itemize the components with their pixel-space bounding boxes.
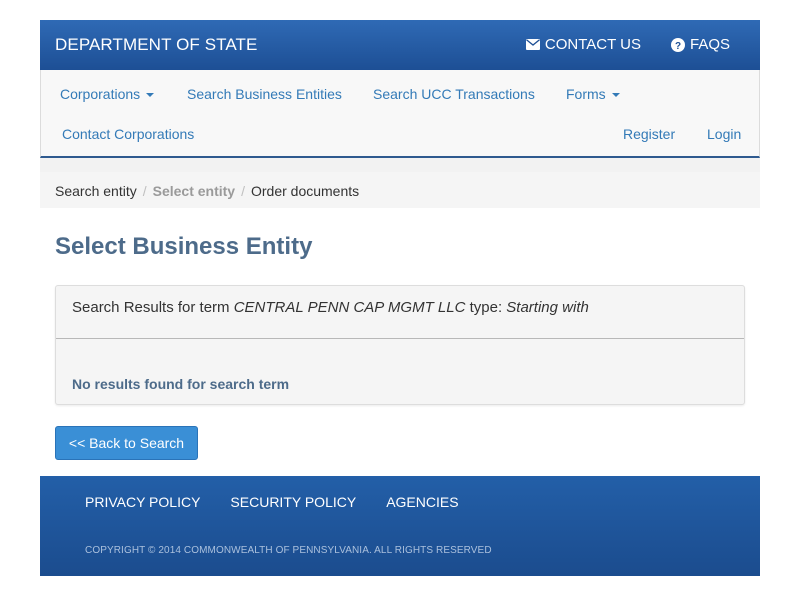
footer-links: PRIVACY POLICY SECURITY POLICY AGENCIES: [85, 494, 459, 510]
search-type-value: Starting with: [506, 299, 589, 316]
header-links: CONTACT US ? FAQS: [525, 36, 730, 53]
breadcrumb-separator: /: [142, 183, 147, 199]
question-circle-icon: ?: [670, 37, 685, 52]
copyright-text: COPYRIGHT © 2014 COMMONWEALTH OF PENNSYL…: [85, 545, 492, 556]
footer-security-policy[interactable]: SECURITY POLICY: [230, 494, 356, 510]
breadcrumb-search-entity[interactable]: Search entity: [55, 183, 137, 199]
nav-register[interactable]: Register: [623, 126, 675, 142]
footer-privacy-policy[interactable]: PRIVACY POLICY: [85, 494, 200, 510]
no-results-message: No results found for search term: [72, 376, 290, 392]
faqs-label: FAQS: [689, 36, 730, 53]
nav-search-business-entities[interactable]: Search Business Entities: [187, 86, 342, 102]
nav-contact-corporations[interactable]: Contact Corporations: [62, 126, 194, 142]
results-heading: Search Results for term CENTRAL PENN CAP…: [56, 286, 744, 339]
page-title: Select Business Entity: [55, 233, 313, 260]
nav-forms-dropdown[interactable]: Forms: [566, 86, 620, 102]
breadcrumb-select-entity: Select entity: [152, 183, 236, 199]
envelope-icon: [525, 39, 540, 50]
main-nav: Corporations Search Business Entities Se…: [40, 70, 760, 158]
results-panel: Search Results for term CENTRAL PENN CAP…: [55, 285, 745, 405]
contact-us-link[interactable]: CONTACT US: [525, 36, 641, 53]
breadcrumb: Search entity / Select entity / Order docume…: [40, 172, 760, 208]
search-term: CENTRAL PENN CAP MGMT LLC: [233, 299, 466, 316]
page-frame: DEPARTMENT OF STATE CONTACT US ? FAQS Co…: [40, 20, 760, 576]
contact-us-label: CONTACT US: [544, 36, 641, 53]
svg-text:?: ?: [675, 41, 681, 52]
footer-agencies[interactable]: AGENCIES: [386, 494, 458, 510]
breadcrumb-separator: /: [241, 183, 245, 199]
nav-corporations-label: Corporations: [60, 86, 141, 102]
footer: PRIVACY POLICY SECURITY POLICY AGENCIES …: [40, 476, 760, 576]
back-to-search-button[interactable]: << Back to Search: [55, 426, 198, 460]
breadcrumb-order-documents: Order documents: [250, 183, 360, 199]
caret-down-icon: [146, 93, 155, 98]
search-type-label: type:: [465, 299, 507, 316]
nav-search-ucc-transactions[interactable]: Search UCC Transactions: [373, 86, 535, 102]
nav-forms-label: Forms: [566, 86, 606, 102]
nav-login[interactable]: Login: [707, 126, 741, 142]
faqs-link[interactable]: ? FAQS: [670, 36, 730, 53]
top-header: DEPARTMENT OF STATE CONTACT US ? FAQS: [40, 20, 760, 70]
results-prefix: Search Results for term: [72, 299, 234, 316]
main-content: Select Business Entity Search Results fo…: [40, 208, 760, 476]
nav-corporations-dropdown[interactable]: Corporations: [60, 86, 155, 102]
caret-down-icon: [611, 93, 620, 98]
site-title[interactable]: DEPARTMENT OF STATE: [55, 35, 257, 55]
